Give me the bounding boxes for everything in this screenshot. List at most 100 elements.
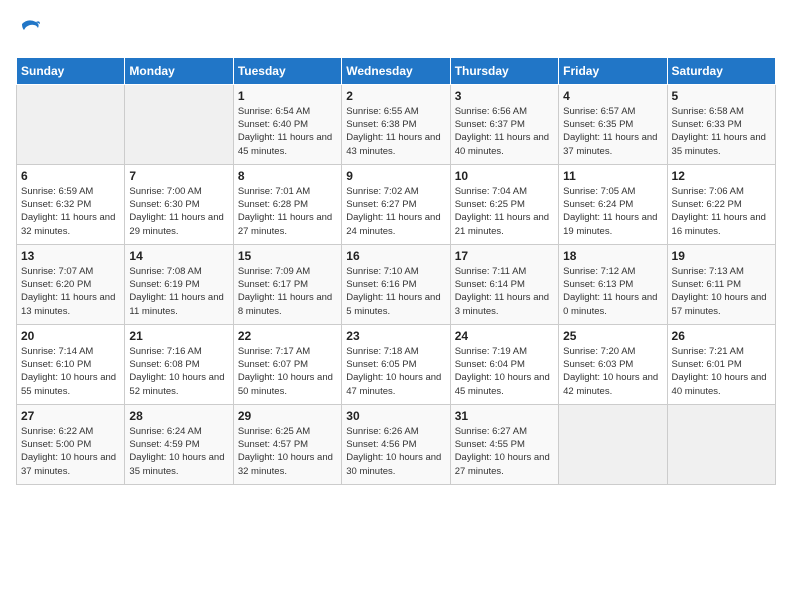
calendar-cell: 8 Sunrise: 7:01 AM Sunset: 6:28 PM Dayli… xyxy=(233,164,341,244)
daylight: Daylight: 11 hours and 16 minutes. xyxy=(672,212,766,236)
day-number: 27 xyxy=(21,409,120,423)
sunrise: Sunrise: 6:22 AM xyxy=(21,426,93,437)
day-number: 18 xyxy=(563,249,662,263)
calendar-cell: 21 Sunrise: 7:16 AM Sunset: 6:08 PM Dayl… xyxy=(125,324,233,404)
sunset: Sunset: 6:07 PM xyxy=(238,359,308,370)
sunset: Sunset: 6:05 PM xyxy=(346,359,416,370)
sunrise: Sunrise: 6:24 AM xyxy=(129,426,201,437)
sunrise: Sunrise: 7:10 AM xyxy=(346,266,418,277)
sunrise: Sunrise: 7:07 AM xyxy=(21,266,93,277)
sunrise: Sunrise: 7:12 AM xyxy=(563,266,635,277)
day-info: Sunrise: 7:17 AM Sunset: 6:07 PM Dayligh… xyxy=(238,345,337,398)
daylight: Daylight: 11 hours and 0 minutes. xyxy=(563,292,657,316)
calendar-week-row: 20 Sunrise: 7:14 AM Sunset: 6:10 PM Dayl… xyxy=(17,324,776,404)
sunset: Sunset: 6:30 PM xyxy=(129,199,199,210)
day-info: Sunrise: 6:27 AM Sunset: 4:55 PM Dayligh… xyxy=(455,425,554,478)
day-number: 29 xyxy=(238,409,337,423)
day-number: 24 xyxy=(455,329,554,343)
sunset: Sunset: 4:55 PM xyxy=(455,439,525,450)
weekday-header: Friday xyxy=(559,57,667,84)
day-number: 20 xyxy=(21,329,120,343)
daylight: Daylight: 11 hours and 32 minutes. xyxy=(21,212,115,236)
sunset: Sunset: 6:35 PM xyxy=(563,119,633,130)
daylight: Daylight: 11 hours and 21 minutes. xyxy=(455,212,549,236)
sunrise: Sunrise: 7:05 AM xyxy=(563,186,635,197)
day-info: Sunrise: 7:11 AM Sunset: 6:14 PM Dayligh… xyxy=(455,265,554,318)
sunrise: Sunrise: 6:56 AM xyxy=(455,106,527,117)
day-number: 31 xyxy=(455,409,554,423)
daylight: Daylight: 11 hours and 43 minutes. xyxy=(346,132,440,156)
calendar-cell: 10 Sunrise: 7:04 AM Sunset: 6:25 PM Dayl… xyxy=(450,164,558,244)
day-info: Sunrise: 7:07 AM Sunset: 6:20 PM Dayligh… xyxy=(21,265,120,318)
calendar-cell: 24 Sunrise: 7:19 AM Sunset: 6:04 PM Dayl… xyxy=(450,324,558,404)
day-number: 26 xyxy=(672,329,771,343)
sunrise: Sunrise: 6:59 AM xyxy=(21,186,93,197)
calendar-cell: 9 Sunrise: 7:02 AM Sunset: 6:27 PM Dayli… xyxy=(342,164,450,244)
sunrise: Sunrise: 7:06 AM xyxy=(672,186,744,197)
sunrise: Sunrise: 7:14 AM xyxy=(21,346,93,357)
calendar-table: SundayMondayTuesdayWednesdayThursdayFrid… xyxy=(16,57,776,485)
calendar-cell: 4 Sunrise: 6:57 AM Sunset: 6:35 PM Dayli… xyxy=(559,84,667,164)
sunset: Sunset: 6:27 PM xyxy=(346,199,416,210)
day-number: 16 xyxy=(346,249,445,263)
sunrise: Sunrise: 6:27 AM xyxy=(455,426,527,437)
calendar-cell: 5 Sunrise: 6:58 AM Sunset: 6:33 PM Dayli… xyxy=(667,84,775,164)
calendar-cell: 23 Sunrise: 7:18 AM Sunset: 6:05 PM Dayl… xyxy=(342,324,450,404)
daylight: Daylight: 10 hours and 37 minutes. xyxy=(21,452,116,476)
sunset: Sunset: 4:56 PM xyxy=(346,439,416,450)
day-info: Sunrise: 7:05 AM Sunset: 6:24 PM Dayligh… xyxy=(563,185,662,238)
day-number: 14 xyxy=(129,249,228,263)
day-info: Sunrise: 7:13 AM Sunset: 6:11 PM Dayligh… xyxy=(672,265,771,318)
calendar-cell: 1 Sunrise: 6:54 AM Sunset: 6:40 PM Dayli… xyxy=(233,84,341,164)
sunset: Sunset: 6:24 PM xyxy=(563,199,633,210)
calendar-cell: 18 Sunrise: 7:12 AM Sunset: 6:13 PM Dayl… xyxy=(559,244,667,324)
sunset: Sunset: 6:25 PM xyxy=(455,199,525,210)
day-info: Sunrise: 7:20 AM Sunset: 6:03 PM Dayligh… xyxy=(563,345,662,398)
sunset: Sunset: 6:14 PM xyxy=(455,279,525,290)
calendar-cell xyxy=(125,84,233,164)
day-number: 30 xyxy=(346,409,445,423)
day-info: Sunrise: 6:59 AM Sunset: 6:32 PM Dayligh… xyxy=(21,185,120,238)
day-info: Sunrise: 6:54 AM Sunset: 6:40 PM Dayligh… xyxy=(238,105,337,158)
daylight: Daylight: 11 hours and 24 minutes. xyxy=(346,212,440,236)
calendar-cell: 2 Sunrise: 6:55 AM Sunset: 6:38 PM Dayli… xyxy=(342,84,450,164)
sunrise: Sunrise: 6:58 AM xyxy=(672,106,744,117)
daylight: Daylight: 10 hours and 30 minutes. xyxy=(346,452,441,476)
sunset: Sunset: 5:00 PM xyxy=(21,439,91,450)
day-info: Sunrise: 7:21 AM Sunset: 6:01 PM Dayligh… xyxy=(672,345,771,398)
sunset: Sunset: 6:40 PM xyxy=(238,119,308,130)
sunset: Sunset: 6:08 PM xyxy=(129,359,199,370)
day-number: 25 xyxy=(563,329,662,343)
weekday-header: Saturday xyxy=(667,57,775,84)
day-info: Sunrise: 7:04 AM Sunset: 6:25 PM Dayligh… xyxy=(455,185,554,238)
day-number: 7 xyxy=(129,169,228,183)
day-number: 8 xyxy=(238,169,337,183)
day-number: 22 xyxy=(238,329,337,343)
daylight: Daylight: 11 hours and 11 minutes. xyxy=(129,292,223,316)
sunrise: Sunrise: 7:11 AM xyxy=(455,266,527,277)
weekday-header: Wednesday xyxy=(342,57,450,84)
daylight: Daylight: 10 hours and 35 minutes. xyxy=(129,452,224,476)
calendar-cell: 25 Sunrise: 7:20 AM Sunset: 6:03 PM Dayl… xyxy=(559,324,667,404)
sunset: Sunset: 6:16 PM xyxy=(346,279,416,290)
sunset: Sunset: 6:04 PM xyxy=(455,359,525,370)
sunrise: Sunrise: 7:08 AM xyxy=(129,266,201,277)
sunset: Sunset: 6:38 PM xyxy=(346,119,416,130)
calendar-cell: 20 Sunrise: 7:14 AM Sunset: 6:10 PM Dayl… xyxy=(17,324,125,404)
sunrise: Sunrise: 7:17 AM xyxy=(238,346,310,357)
calendar-week-row: 1 Sunrise: 6:54 AM Sunset: 6:40 PM Dayli… xyxy=(17,84,776,164)
day-info: Sunrise: 6:24 AM Sunset: 4:59 PM Dayligh… xyxy=(129,425,228,478)
sunset: Sunset: 6:19 PM xyxy=(129,279,199,290)
sunrise: Sunrise: 7:09 AM xyxy=(238,266,310,277)
daylight: Daylight: 11 hours and 13 minutes. xyxy=(21,292,115,316)
day-info: Sunrise: 6:26 AM Sunset: 4:56 PM Dayligh… xyxy=(346,425,445,478)
daylight: Daylight: 11 hours and 29 minutes. xyxy=(129,212,223,236)
day-info: Sunrise: 7:12 AM Sunset: 6:13 PM Dayligh… xyxy=(563,265,662,318)
sunrise: Sunrise: 6:26 AM xyxy=(346,426,418,437)
weekday-header: Sunday xyxy=(17,57,125,84)
daylight: Daylight: 10 hours and 57 minutes. xyxy=(672,292,767,316)
day-number: 1 xyxy=(238,89,337,103)
calendar-cell xyxy=(667,404,775,484)
sunrise: Sunrise: 7:04 AM xyxy=(455,186,527,197)
daylight: Daylight: 11 hours and 5 minutes. xyxy=(346,292,440,316)
